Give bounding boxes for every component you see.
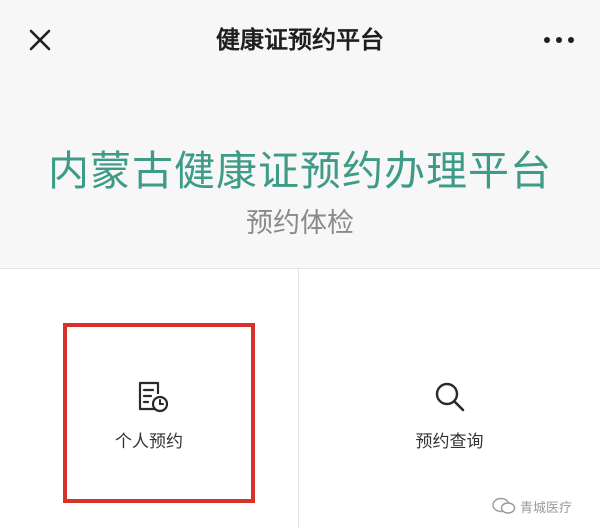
platform-header: 内蒙古健康证预约办理平台 预约体检 [0, 80, 600, 268]
platform-subtitle: 预约体检 [246, 208, 354, 239]
watermark-text: 青城医疗 [520, 500, 573, 516]
search-icon [430, 377, 470, 417]
more-dots-icon [544, 37, 574, 43]
service-grid: 个人预约 预约查询 青城医疗 [0, 268, 600, 529]
page-title: 健康证预约平台 [216, 26, 384, 54]
personal-appointment-label: 个人预约 [115, 432, 183, 452]
close-icon [29, 29, 51, 51]
appointment-query-label: 预约查询 [415, 432, 484, 452]
nav-bar: 健康证预约平台 [0, 0, 600, 80]
close-button[interactable] [22, 22, 58, 58]
more-button[interactable] [540, 28, 580, 52]
personal-appointment-button[interactable]: 个人预约 [0, 269, 298, 529]
appointment-query-button[interactable]: 预约查询 [299, 269, 600, 529]
document-clock-icon [132, 377, 172, 417]
wechat-logo-icon [492, 497, 516, 514]
watermark: 青城医疗 [492, 495, 572, 517]
platform-title: 内蒙古健康证预约办理平台 [48, 147, 552, 195]
